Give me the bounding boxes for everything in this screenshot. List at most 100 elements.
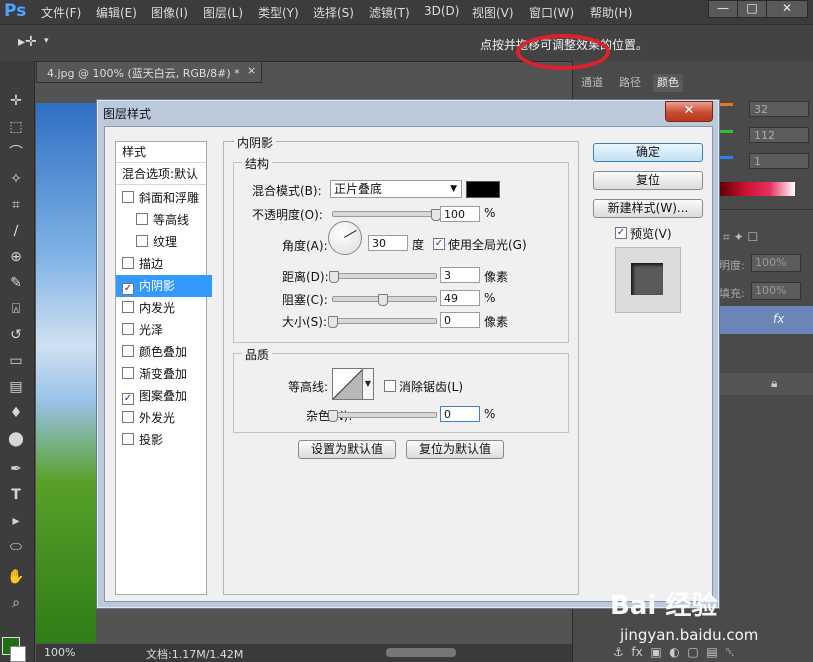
style-item-checkbox[interactable] bbox=[122, 433, 134, 445]
layer-opacity-field[interactable]: 100% bbox=[751, 254, 801, 272]
restore-button[interactable]: □ bbox=[737, 0, 767, 18]
menu-3d[interactable]: 3D(D) bbox=[424, 4, 459, 18]
tab-channels[interactable]: 通道 bbox=[581, 74, 603, 92]
anti-alias-checkbox[interactable] bbox=[384, 380, 396, 392]
angle-dial[interactable] bbox=[328, 221, 362, 255]
contour-dropdown-icon[interactable]: ▼ bbox=[362, 368, 374, 400]
style-item-checkbox[interactable] bbox=[122, 323, 134, 335]
style-item[interactable]: ✓ 内阴影 bbox=[116, 275, 212, 297]
dialog-close-button[interactable]: ✕ bbox=[665, 101, 713, 122]
style-item[interactable]: 渐变叠加 bbox=[116, 363, 212, 385]
path-selection-tool-icon[interactable]: ▸ bbox=[4, 511, 28, 531]
noise-slider-thumb[interactable] bbox=[328, 410, 338, 422]
move-tool-preset-icon[interactable]: ▸✛ bbox=[18, 34, 37, 50]
color-value-g[interactable]: 112 bbox=[749, 127, 809, 143]
layer-filter-icons[interactable]: ⌗ ✦ ☐ bbox=[723, 230, 758, 245]
style-item-checkbox[interactable]: ✓ bbox=[122, 283, 134, 295]
size-field[interactable]: 0 bbox=[440, 312, 480, 328]
distance-slider[interactable] bbox=[332, 273, 437, 279]
reset-button[interactable]: 复位 bbox=[593, 171, 703, 190]
style-item-checkbox[interactable]: ✓ bbox=[122, 393, 134, 405]
style-item-checkbox[interactable] bbox=[136, 213, 148, 225]
layer-effects-fx[interactable]: fx bbox=[773, 312, 784, 326]
style-item[interactable]: 光泽 bbox=[116, 319, 212, 341]
layer-fill-field[interactable]: 100% bbox=[751, 282, 801, 300]
minimize-button[interactable]: — bbox=[708, 0, 738, 18]
color-value-r[interactable]: 32 bbox=[749, 101, 809, 117]
color-value-b[interactable]: 1 bbox=[749, 153, 809, 169]
background-color-swatch[interactable] bbox=[10, 646, 26, 662]
distance-field[interactable]: 3 bbox=[440, 267, 480, 283]
menu-file[interactable]: 文件(F) bbox=[41, 4, 81, 21]
gradient-tool-icon[interactable]: ▤ bbox=[4, 377, 28, 397]
new-style-button[interactable]: 新建样式(W)... bbox=[593, 199, 703, 218]
document-tab[interactable]: 4.jpg @ 100% (蓝天白云, RGB/8#) * × bbox=[36, 61, 262, 83]
history-brush-tool-icon[interactable]: ↺ bbox=[4, 325, 28, 345]
menu-select[interactable]: 选择(S) bbox=[313, 4, 354, 21]
menu-help[interactable]: 帮助(H) bbox=[590, 4, 632, 21]
choke-field[interactable]: 49 bbox=[440, 290, 480, 306]
style-item-checkbox[interactable] bbox=[122, 411, 134, 423]
tab-color[interactable]: 颜色 bbox=[653, 74, 683, 92]
blending-options-item[interactable]: 混合选项:默认 bbox=[116, 164, 206, 185]
blend-mode-select[interactable]: 正片叠底 ▼ bbox=[330, 180, 462, 198]
background-layer-row[interactable]: 🔒︎ bbox=[719, 373, 813, 395]
lasso-tool-icon[interactable]: ⌒ bbox=[4, 143, 28, 163]
reset-default-button[interactable]: 复位为默认值 bbox=[406, 440, 504, 459]
opacity-slider[interactable] bbox=[332, 211, 437, 217]
style-item[interactable]: 颜色叠加 bbox=[116, 341, 212, 363]
eraser-tool-icon[interactable]: ▭ bbox=[4, 351, 28, 371]
crop-tool-icon[interactable]: ⌗ bbox=[4, 195, 28, 215]
ok-button[interactable]: 确定 bbox=[593, 143, 703, 162]
style-item[interactable]: 投影 bbox=[116, 429, 212, 451]
menu-type[interactable]: 类型(Y) bbox=[258, 4, 299, 21]
layer-row-selected[interactable]: fx bbox=[719, 306, 813, 334]
menu-filter[interactable]: 滤镜(T) bbox=[369, 4, 410, 21]
menu-window[interactable]: 窗口(W) bbox=[529, 4, 574, 21]
size-slider-thumb[interactable] bbox=[328, 316, 338, 328]
tab-paths[interactable]: 路径 bbox=[619, 74, 641, 92]
menu-view[interactable]: 视图(V) bbox=[472, 4, 514, 21]
style-item[interactable]: 纹理 bbox=[116, 231, 226, 253]
type-tool-icon[interactable]: T bbox=[4, 485, 28, 505]
eyedropper-tool-icon[interactable]: ∕ bbox=[4, 221, 28, 241]
style-item[interactable]: 外发光 bbox=[116, 407, 212, 429]
style-item[interactable]: 等高线 bbox=[116, 209, 226, 231]
zoom-tool-icon[interactable]: ⌕ bbox=[4, 593, 28, 613]
style-item[interactable]: 描边 bbox=[116, 253, 212, 275]
choke-slider-thumb[interactable] bbox=[378, 294, 389, 306]
noise-field[interactable]: 0 bbox=[440, 406, 480, 422]
layer-panel-footer-icons[interactable]: ⚓ fx ▣ ◐ ▢ ▤ ␡ bbox=[613, 645, 735, 660]
angle-field[interactable]: 30 bbox=[368, 235, 408, 251]
shadow-color-swatch[interactable] bbox=[466, 181, 500, 198]
global-light-checkbox[interactable]: ✓ bbox=[433, 238, 445, 250]
stamp-tool-icon[interactable]: ⍓ bbox=[4, 299, 28, 319]
opacity-field[interactable]: 100 bbox=[440, 206, 480, 222]
menu-edit[interactable]: 编辑(E) bbox=[96, 4, 137, 21]
document-canvas[interactable] bbox=[36, 103, 96, 643]
zoom-level[interactable]: 100% bbox=[44, 646, 75, 659]
horizontal-scrollbar[interactable] bbox=[386, 648, 456, 657]
noise-slider[interactable] bbox=[332, 412, 437, 418]
style-item-checkbox[interactable] bbox=[122, 191, 134, 203]
style-item[interactable]: 内发光 bbox=[116, 297, 212, 319]
healing-brush-tool-icon[interactable]: ⊕ bbox=[4, 247, 28, 267]
preview-checkbox[interactable]: ✓ bbox=[615, 227, 627, 239]
brush-tool-icon[interactable]: ✎ bbox=[4, 273, 28, 293]
menu-layer[interactable]: 图层(L) bbox=[203, 4, 243, 21]
dodge-tool-icon[interactable]: ⬤ bbox=[4, 429, 28, 449]
chevron-down-icon[interactable]: ▾ bbox=[44, 36, 49, 46]
distance-slider-thumb[interactable] bbox=[329, 271, 340, 283]
set-default-button[interactable]: 设置为默认值 bbox=[298, 440, 396, 459]
style-item[interactable]: ✓ 图案叠加 bbox=[116, 385, 212, 407]
move-tool-icon[interactable]: ✛ bbox=[4, 91, 28, 111]
size-slider[interactable] bbox=[332, 318, 437, 324]
ellipse-tool-icon[interactable]: ⬭ bbox=[4, 537, 28, 557]
style-item-checkbox[interactable] bbox=[122, 301, 134, 313]
pen-tool-icon[interactable]: ✒ bbox=[4, 459, 28, 479]
document-tab-close-icon[interactable]: × bbox=[247, 64, 256, 77]
style-item-checkbox[interactable] bbox=[136, 235, 148, 247]
style-item-checkbox[interactable] bbox=[122, 345, 134, 357]
hand-tool-icon[interactable]: ✋ bbox=[4, 567, 28, 587]
style-item-checkbox[interactable] bbox=[122, 257, 134, 269]
